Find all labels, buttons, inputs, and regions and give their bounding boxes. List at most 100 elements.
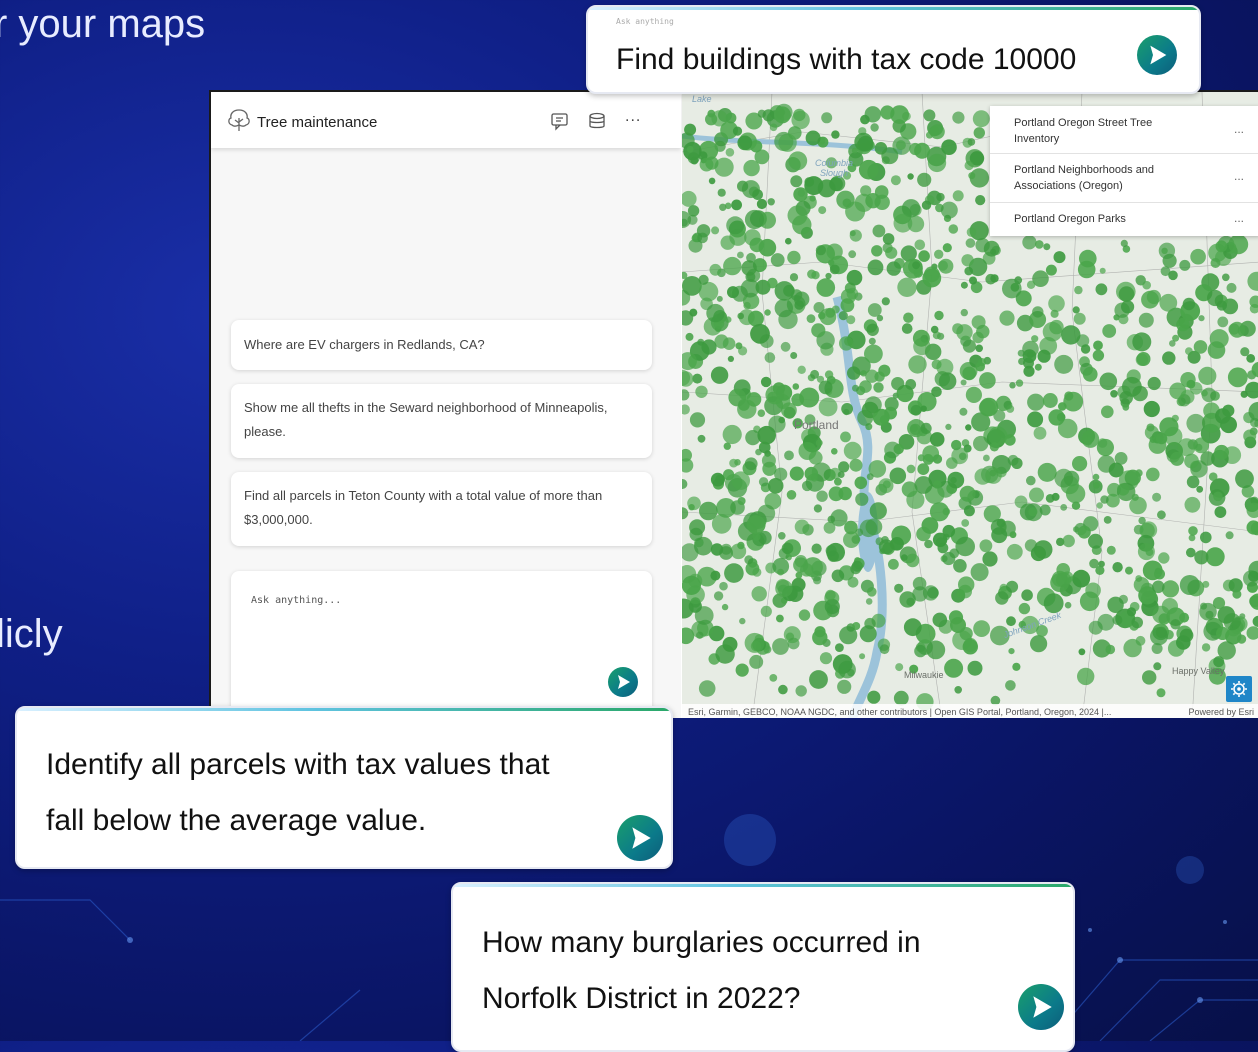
prompt-bubble-tax-code[interactable]: Ask anything Find buildings with tax cod… <box>586 5 1201 94</box>
prompt-bubble-burglaries[interactable]: How many burglaries occurred in Norfolk … <box>451 882 1075 1052</box>
tree-marker <box>737 136 752 151</box>
suggestion-card[interactable]: Show me all thefts in the Seward neighbo… <box>231 384 652 458</box>
tree-marker <box>911 405 922 416</box>
tree-marker <box>741 260 756 275</box>
tree-marker <box>758 409 766 417</box>
tree-marker <box>809 451 823 465</box>
tree-marker <box>912 261 920 269</box>
tree-marker <box>847 288 859 300</box>
tree-marker <box>1028 507 1037 516</box>
prompt-bubble-parcels[interactable]: Identify all parcels with tax values tha… <box>15 706 673 869</box>
tree-marker <box>1061 325 1080 344</box>
tree-marker <box>933 454 942 463</box>
slide-heading-fragment: r your maps <box>0 4 205 44</box>
tree-marker <box>865 396 882 413</box>
tree-marker <box>848 250 856 258</box>
tree-marker <box>731 200 742 211</box>
tree-marker <box>775 580 792 597</box>
tree-marker <box>768 198 775 205</box>
map-settings-button[interactable] <box>1226 676 1252 702</box>
tree-marker <box>761 606 772 617</box>
tree-marker <box>1054 355 1073 374</box>
tree-marker <box>1217 317 1228 328</box>
tree-marker <box>811 323 825 337</box>
tree-marker <box>952 112 964 124</box>
tree-marker <box>794 300 804 310</box>
tree-marker <box>723 257 741 275</box>
tree-marker <box>867 691 880 704</box>
layer-more-icon[interactable]: ... <box>1234 211 1244 225</box>
tree-marker <box>1032 306 1043 317</box>
tree-marker <box>927 587 939 599</box>
tree-marker <box>784 451 794 461</box>
tree-marker <box>1114 303 1129 318</box>
tree-marker <box>961 519 969 527</box>
more-options-icon[interactable]: ... <box>625 108 641 126</box>
tree-marker <box>1216 240 1228 252</box>
tree-marker <box>1074 286 1082 294</box>
tree-marker <box>1216 627 1229 640</box>
tree-marker <box>959 408 967 416</box>
tree-marker <box>1180 575 1200 595</box>
tree-marker <box>873 225 886 238</box>
tree-marker <box>907 465 916 474</box>
layer-item[interactable]: Portland Oregon Street Tree Inventory <box>1014 115 1154 147</box>
tree-marker <box>865 370 878 383</box>
tree-marker <box>966 238 976 248</box>
tree-marker <box>1139 313 1154 328</box>
tree-marker <box>686 333 694 341</box>
bubble-text-line1: Identify all parcels with tax values tha… <box>46 748 550 782</box>
tree-marker <box>1152 581 1165 594</box>
tree-marker <box>1125 567 1133 575</box>
tree-marker <box>933 480 942 489</box>
ask-input[interactable]: Ask anything... <box>231 571 652 718</box>
send-arrow-icon <box>1018 984 1064 1030</box>
tree-marker <box>697 233 708 244</box>
tree-marker <box>829 486 844 501</box>
tree-marker <box>814 626 825 637</box>
tree-marker <box>1119 595 1128 604</box>
layer-item[interactable]: Portland Neighborhoods and Associations … <box>1014 162 1174 194</box>
tree-marker <box>1136 354 1148 366</box>
tree-marker <box>848 577 859 588</box>
tree-marker <box>953 190 964 201</box>
suggestion-card[interactable]: Find all parcels in Teton County with a … <box>231 472 652 546</box>
tree-marker <box>1144 401 1160 417</box>
tree-marker <box>908 355 926 373</box>
tree-marker <box>1007 544 1023 560</box>
tree-marker <box>852 561 863 572</box>
tree-marker <box>922 269 941 288</box>
tree-marker <box>711 473 725 487</box>
tree-marker <box>830 265 840 275</box>
tree-marker <box>1093 482 1100 489</box>
tree-marker <box>915 476 933 494</box>
tree-marker <box>1035 240 1044 249</box>
suggestion-card[interactable]: Where are EV chargers in Redlands, CA? <box>231 320 652 370</box>
tree-marker <box>691 157 699 165</box>
new-chat-icon[interactable] <box>549 110 571 132</box>
send-button[interactable] <box>1137 35 1177 75</box>
layer-more-icon[interactable]: ... <box>1234 169 1244 183</box>
tree-marker <box>1072 570 1090 588</box>
layer-item[interactable]: Portland Oregon Parks <box>1014 211 1204 227</box>
send-button[interactable] <box>608 667 638 697</box>
tree-marker <box>938 261 948 271</box>
send-button[interactable] <box>617 815 663 861</box>
tree-marker <box>1006 581 1018 593</box>
tree-marker <box>939 372 957 390</box>
layer-more-icon[interactable]: ... <box>1234 122 1244 136</box>
tree-marker <box>1008 648 1014 654</box>
powered-by-esri[interactable]: Powered by Esri <box>1188 704 1254 718</box>
tree-marker <box>983 455 990 462</box>
tree-marker <box>882 297 890 305</box>
map-label-happy-valley: Happy Valley <box>1172 666 1224 676</box>
map-view[interactable]: Lake Columbia Slough Portland Milwaukie … <box>682 92 1258 718</box>
database-icon[interactable] <box>586 110 608 132</box>
tree-marker <box>843 531 860 548</box>
tree-marker <box>1085 583 1101 599</box>
tree-marker <box>721 236 735 250</box>
tree-marker <box>770 124 778 132</box>
tree-marker <box>1046 265 1057 276</box>
map-label-milwaukie: Milwaukie <box>904 670 944 680</box>
send-button[interactable] <box>1018 984 1064 1030</box>
